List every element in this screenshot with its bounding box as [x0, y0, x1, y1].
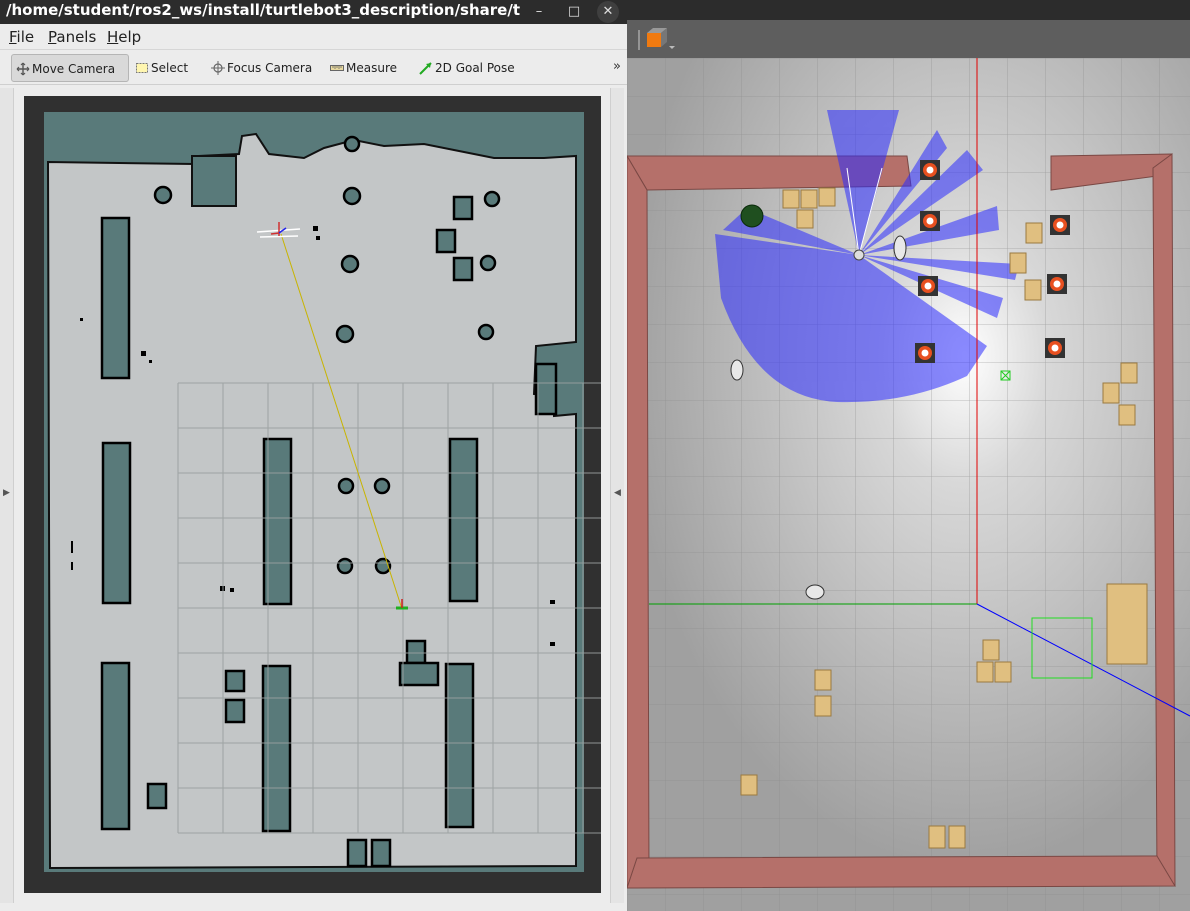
- goal-pose-label: 2D Goal Pose: [435, 61, 515, 75]
- box-8: [398, 661, 440, 687]
- map-notch: [191, 155, 237, 207]
- box-4: [452, 195, 474, 221]
- box-7: [405, 639, 427, 665]
- gazebo-3d-scene[interactable]: [627, 58, 1190, 911]
- rviz-3d-view[interactable]: [24, 96, 601, 893]
- select-icon: [136, 63, 148, 73]
- goal-pose-tool[interactable]: 2D Goal Pose: [415, 54, 515, 82]
- move-camera-label: Move Camera: [32, 62, 116, 76]
- move-camera-tool[interactable]: Move Camera: [11, 54, 129, 82]
- select-tool[interactable]: Select: [131, 54, 201, 82]
- focus-camera-icon: [211, 61, 225, 75]
- gazebo-window: [627, 0, 1190, 911]
- shelf-6: [448, 437, 479, 603]
- expand-left-icon: ▶: [3, 488, 10, 498]
- person-2: [730, 359, 744, 381]
- shelf-5: [261, 664, 292, 833]
- right-panel-toggle[interactable]: ◀: [610, 88, 624, 904]
- person-3: [805, 584, 825, 600]
- menu-file[interactable]: File: [9, 28, 34, 46]
- green-barrel: [740, 204, 764, 228]
- box-9: [346, 838, 368, 868]
- box-3: [146, 782, 168, 810]
- focus-camera-label: Focus Camera: [227, 61, 313, 75]
- occupancy-map: [44, 112, 601, 872]
- gazebo-toolbar: [627, 20, 1190, 58]
- box-shape-icon[interactable]: [637, 28, 677, 52]
- maximize-button[interactable]: □: [563, 1, 585, 23]
- move-camera-icon: [16, 62, 30, 76]
- minimize-button[interactable]: –: [528, 1, 550, 23]
- gazebo-titlebar: [627, 0, 1190, 20]
- rviz-window: /home/student/ros2_ws/install/turtlebot3…: [0, 0, 627, 911]
- status-bar: [0, 903, 627, 911]
- toolbar-overflow-button[interactable]: »: [613, 59, 621, 74]
- window-titlebar[interactable]: /home/student/ros2_ws/install/turtlebot3…: [0, 0, 627, 24]
- box-10: [370, 838, 392, 868]
- menu-panels[interactable]: Panels: [48, 28, 96, 46]
- goal-pose-icon: [419, 62, 432, 75]
- tool-bar: Move Camera Select Focus Camera Measure: [0, 51, 627, 85]
- left-panel-toggle[interactable]: ▶: [0, 88, 14, 904]
- box-11: [534, 362, 558, 416]
- shelf-3: [100, 661, 131, 831]
- measure-icon: [330, 65, 344, 71]
- window-title: /home/student/ros2_ws/install/turtlebot3…: [6, 1, 521, 19]
- measure-tool[interactable]: Measure: [326, 54, 406, 82]
- box-2: [224, 698, 246, 724]
- menu-help[interactable]: Help: [107, 28, 141, 46]
- shelf-1: [100, 216, 131, 380]
- shelf-2: [101, 441, 132, 605]
- menu-bar: File Panels Help: [0, 24, 627, 50]
- measure-label: Measure: [346, 61, 397, 75]
- focus-camera-tool[interactable]: Focus Camera: [207, 54, 319, 82]
- person-1: [893, 235, 907, 261]
- expand-right-icon: ◀: [614, 488, 621, 498]
- select-label: Select: [151, 61, 189, 75]
- box-5: [435, 228, 457, 254]
- shelf-7: [444, 662, 475, 829]
- turtlebot-robot: [853, 249, 865, 261]
- close-button[interactable]: ✕: [597, 1, 619, 23]
- box-1: [224, 669, 246, 693]
- box-6: [452, 256, 474, 282]
